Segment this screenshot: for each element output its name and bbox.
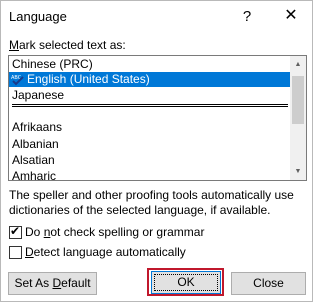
scroll-down-arrow-icon[interactable]: ▼	[290, 163, 306, 180]
label-part: ot check spelling or grammar	[50, 225, 205, 239]
list-item-label: Alsatian	[12, 153, 55, 167]
list-item-label: Chinese (PRC)	[12, 57, 93, 71]
language-listbox[interactable]: Chinese (PRC) ABC English (United States…	[8, 55, 292, 181]
list-item-label: Afrikaans	[12, 120, 63, 134]
list-item[interactable]: Albanian	[9, 137, 291, 152]
detect-language-label: Detect language automatically	[25, 245, 186, 259]
close-label: Close	[253, 276, 284, 290]
list-item[interactable]: Amharic	[9, 169, 291, 181]
list-item-selected[interactable]: ABC English (United States)	[9, 72, 291, 87]
question-mark-icon[interactable]: ?	[237, 7, 257, 27]
language-dialog: Language ? ✕ Mark selected text as: Chin…	[0, 0, 313, 302]
spellcheck-abc-icon: ABC	[11, 75, 24, 86]
mark-label-rest: ark selected text as:	[19, 38, 126, 52]
scroll-up-arrow-icon[interactable]: ▲	[290, 56, 306, 73]
mark-label-accel: M	[9, 38, 19, 52]
close-button[interactable]: Close	[231, 272, 306, 295]
ok-button[interactable]: OK	[151, 271, 221, 294]
checkmark-icon: ✔	[10, 224, 21, 238]
title-bar: Language ? ✕	[1, 1, 312, 33]
button-text: Set As	[14, 276, 53, 290]
dialog-title: Language	[9, 9, 67, 24]
focus-rect	[154, 274, 218, 291]
proofing-description: The speller and other proofing tools aut…	[9, 188, 294, 217]
list-item-label: English (United States)	[27, 72, 150, 86]
list-item-label: Amharic	[12, 169, 57, 181]
list-item[interactable]: Japanese	[9, 88, 291, 103]
list-separator	[12, 104, 288, 107]
checkbox-box[interactable]: ✔	[9, 224, 22, 239]
label-accel: D	[25, 245, 34, 259]
set-as-default-button[interactable]: Set As Default	[8, 272, 97, 295]
detect-language-checkbox[interactable]: Detect language automatically	[9, 245, 209, 261]
list-item[interactable]: Afrikaans	[9, 120, 291, 135]
no-spellcheck-label: Do not check spelling or grammar	[25, 225, 204, 239]
label-part: Do	[25, 225, 44, 239]
no-spellcheck-checkbox[interactable]: ✔ Do not check spelling or grammar	[9, 224, 229, 241]
label-part: etect language automatically	[33, 245, 186, 259]
checkbox-box[interactable]	[9, 246, 22, 259]
mark-selected-label: Mark selected text as:	[9, 38, 126, 52]
list-item[interactable]: Alsatian	[9, 153, 291, 168]
list-item[interactable]: Chinese (PRC)	[9, 57, 291, 72]
scroll-thumb[interactable]	[292, 76, 304, 124]
close-icon[interactable]: ✕	[281, 6, 301, 26]
list-scrollbar[interactable]: ▲ ▼	[290, 55, 307, 181]
button-accel: D	[52, 276, 62, 290]
list-item-label: Japanese	[12, 88, 65, 102]
button-text: efault	[61, 276, 91, 290]
list-item-label: Albanian	[12, 137, 59, 151]
